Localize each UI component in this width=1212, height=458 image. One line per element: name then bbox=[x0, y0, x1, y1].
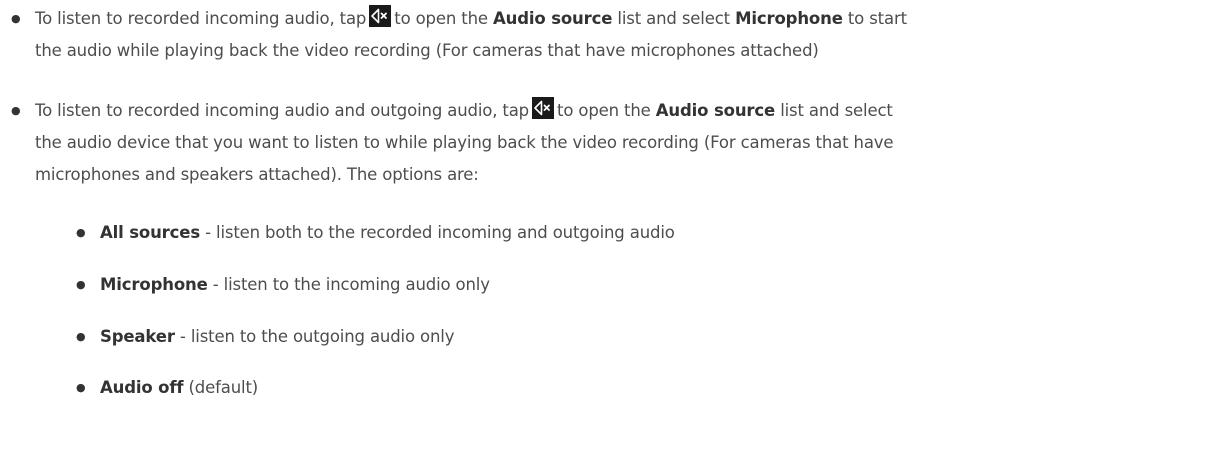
bullet: ● bbox=[76, 381, 86, 394]
ui-term-audio-source: Audio source bbox=[655, 101, 776, 120]
option-text: Speaker - listen to the outgoing audio o… bbox=[100, 321, 454, 353]
bullet: ● bbox=[11, 12, 21, 25]
option-text: Audio off (default) bbox=[100, 372, 258, 404]
option-description: - listen both to the recorded incoming a… bbox=[200, 223, 675, 242]
help-page: ● To listen to recorded incoming audio, … bbox=[0, 0, 1212, 458]
ui-term-microphone: Microphone bbox=[735, 9, 843, 28]
text-run: list and select bbox=[780, 101, 893, 120]
text-line: the audio device that you want to listen… bbox=[35, 133, 894, 152]
text-run: To listen to recorded incoming audio, ta… bbox=[35, 9, 367, 28]
option-term: Audio off bbox=[100, 378, 184, 397]
bullet: ● bbox=[76, 226, 86, 239]
bullet: ● bbox=[11, 104, 21, 117]
option-term: Microphone bbox=[100, 275, 208, 294]
text-run: to start bbox=[847, 9, 907, 28]
option-text: Microphone - listen to the incoming audi… bbox=[100, 269, 490, 301]
list-item-text: To listen to recorded incoming audio and… bbox=[35, 95, 1200, 191]
text-line: To listen to recorded incoming audio and… bbox=[35, 95, 1200, 127]
bullet: ● bbox=[76, 278, 86, 291]
bullet: ● bbox=[76, 330, 86, 343]
list-item-text: To listen to recorded incoming audio, ta… bbox=[35, 3, 1200, 67]
option-text: All sources - listen both to the recorde… bbox=[100, 217, 675, 249]
option-term: Speaker bbox=[100, 327, 175, 346]
option-term: All sources bbox=[100, 223, 201, 242]
ui-term-audio-source: Audio source bbox=[493, 9, 613, 28]
text-line: To listen to recorded incoming audio, ta… bbox=[35, 3, 1200, 35]
text-line: microphones and speakers attached). The … bbox=[35, 165, 479, 184]
text-run: To listen to recorded incoming audio and… bbox=[35, 101, 530, 120]
text-run: to open the bbox=[394, 9, 488, 28]
speaker-muted-icon bbox=[369, 5, 392, 27]
text-run: to open the bbox=[557, 101, 651, 120]
text-run: list and select bbox=[617, 9, 730, 28]
option-description: (default) bbox=[183, 378, 259, 397]
option-description: - listen to the outgoing audio only bbox=[174, 327, 455, 346]
option-description: - listen to the incoming audio only bbox=[207, 275, 490, 294]
text-line: the audio while playing back the video r… bbox=[35, 41, 819, 60]
speaker-muted-icon bbox=[532, 97, 555, 119]
